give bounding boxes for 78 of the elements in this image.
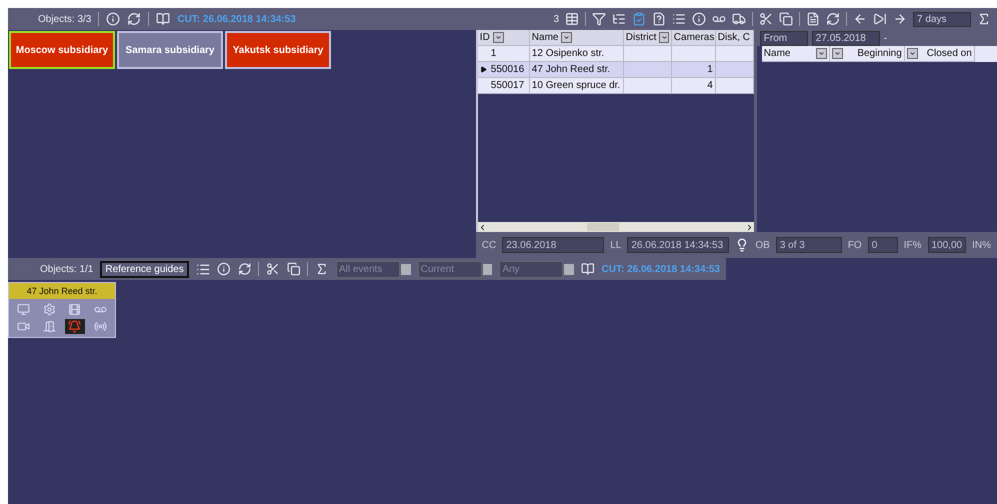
copy-icon[interactable] (286, 262, 300, 276)
info-icon[interactable] (692, 12, 706, 26)
horizontal-scrollbar[interactable] (478, 222, 754, 232)
status-field: 23.06.2018 (502, 237, 604, 253)
card-title: 47 John Reed str. (9, 283, 115, 299)
column-header[interactable]: Beginning (830, 46, 905, 62)
book-icon[interactable] (156, 12, 170, 26)
from-dropdown[interactable]: From (760, 30, 808, 46)
arrow-left-icon[interactable] (853, 12, 867, 26)
filter-field[interactable]: Current (418, 260, 482, 278)
dropdown-icon[interactable] (832, 48, 843, 59)
table-cell (624, 78, 672, 94)
range-dash: - (884, 32, 888, 44)
status-label: FO (848, 240, 862, 250)
status-field: 3 of 3 (776, 237, 842, 253)
date-field[interactable]: 27.05.2018 (812, 30, 880, 46)
dropdown-button[interactable] (400, 264, 411, 274)
row-pointer-icon (480, 66, 487, 73)
scissors-icon[interactable] (266, 262, 280, 276)
filter-icon[interactable] (592, 12, 606, 26)
info-icon[interactable] (217, 262, 231, 276)
status-label: OB (755, 240, 770, 250)
objects-count: Objects: 3/3 (38, 14, 92, 24)
table-cell: 550017 (478, 78, 530, 94)
dropdown-icon[interactable] (659, 32, 669, 43)
objects-count: Objects: 1/1 (40, 264, 94, 274)
filter-field[interactable]: All events (336, 260, 400, 278)
dropdown-button[interactable] (564, 264, 574, 274)
filter-field[interactable]: Any (499, 260, 564, 278)
scissors-icon[interactable] (759, 12, 773, 26)
clipboard-icon[interactable] (632, 12, 646, 26)
refresh-icon[interactable] (127, 12, 142, 26)
dropdown-icon[interactable] (816, 48, 827, 59)
book-icon[interactable] (581, 262, 595, 276)
table-row[interactable]: 550016 47 John Reed str. 1 (478, 62, 754, 78)
info-icon[interactable] (106, 12, 120, 26)
table-cell: 4 (672, 78, 716, 94)
skip-icon[interactable] (873, 12, 887, 26)
table-row[interactable]: 1 12 Osipenko str. (478, 46, 754, 62)
status-field: 26.06.2018 14:34:53 (627, 237, 730, 253)
cut-timestamp: CUT: 26.06.2018 14:34:53 (177, 14, 296, 24)
table-icon[interactable] (565, 12, 579, 26)
object-card[interactable]: 47 John Reed str. (8, 282, 116, 338)
status-label: LL (610, 240, 622, 250)
cut-timestamp: CUT: 26.06.2018 14:34:53 (602, 264, 720, 274)
refresh-icon[interactable] (826, 12, 840, 26)
column-header[interactable]: Closed on (904, 46, 975, 62)
question-icon[interactable] (652, 12, 666, 26)
dropdown-icon[interactable] (492, 32, 504, 43)
copy-icon[interactable] (779, 12, 793, 26)
subsidiary-tile[interactable]: Moscow subsidiary (9, 31, 115, 69)
status-label: CC (482, 240, 496, 250)
refresh-icon[interactable] (238, 262, 252, 276)
status-field: 0 (868, 237, 898, 253)
table-cell (716, 78, 754, 94)
sigma-icon[interactable] (977, 12, 991, 26)
status-label: IF% (904, 240, 922, 250)
subsidiary-tile[interactable]: Samara subsidiary (117, 31, 223, 69)
list-icon[interactable] (196, 262, 210, 276)
count-label: 3 (553, 14, 559, 24)
dropdown-icon[interactable] (906, 48, 918, 59)
list-icon[interactable] (672, 12, 686, 26)
tree-icon[interactable] (612, 12, 626, 26)
table-cell: 10 Green spruce dr. (530, 78, 624, 94)
arrow-right-icon[interactable] (893, 12, 907, 26)
period-dropdown[interactable]: 7 days (913, 12, 971, 26)
reference-guides-button[interactable]: Reference guides (100, 260, 189, 278)
status-label: IN% (972, 240, 991, 250)
bell-icon[interactable] (68, 320, 82, 333)
truck-icon[interactable] (732, 12, 746, 26)
column-header[interactable]: Name (762, 46, 830, 62)
subsidiary-tile[interactable]: Yakutsk subsidiary (225, 31, 331, 69)
status-field: 100,00 (928, 237, 966, 253)
dropdown-button[interactable] (482, 264, 492, 274)
scroll-thumb[interactable] (586, 223, 619, 231)
table-row[interactable]: 550017 10 Green spruce dr. 4 (478, 78, 754, 94)
document-icon[interactable] (806, 12, 820, 26)
dropdown-icon[interactable] (561, 32, 572, 43)
